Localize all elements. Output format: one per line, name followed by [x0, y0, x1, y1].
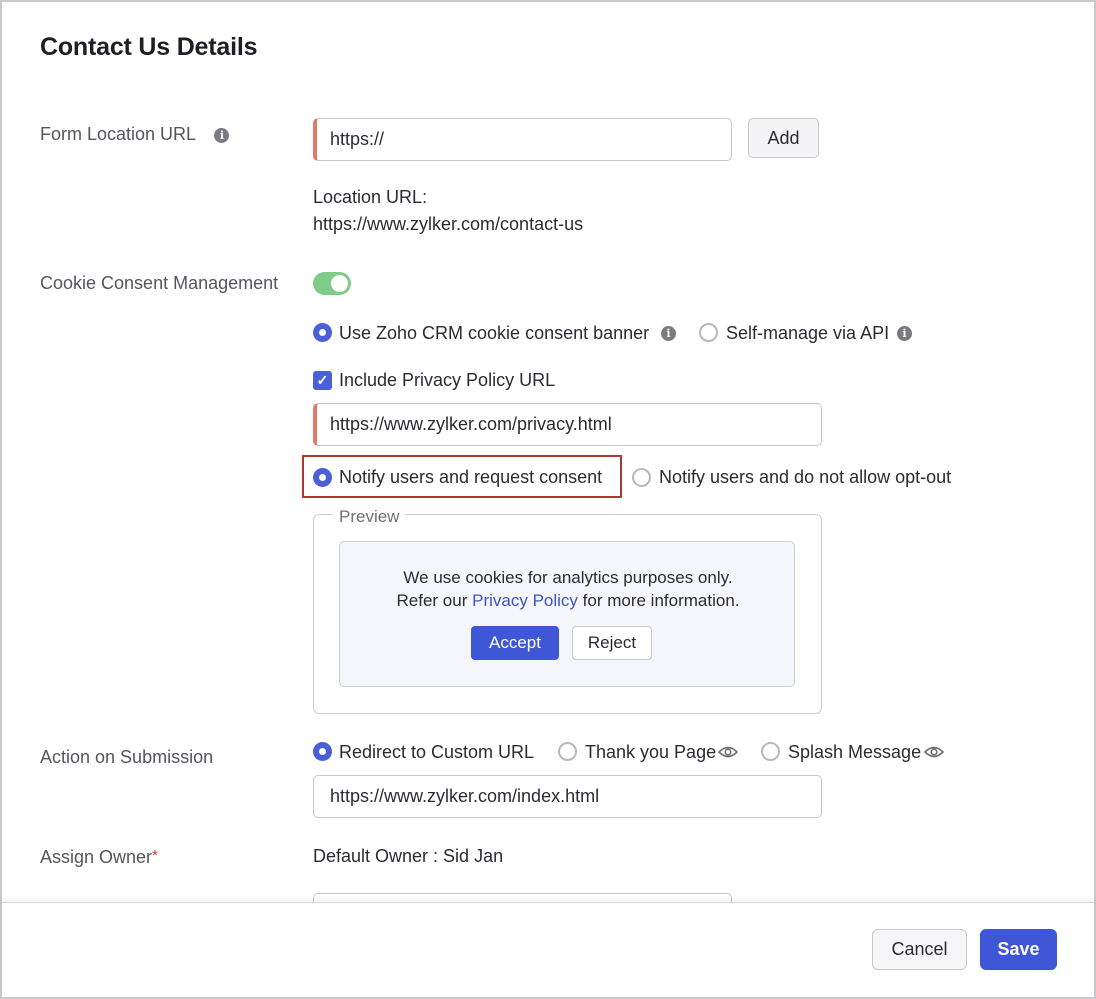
radio-self-manage-label: Self-manage via API: [726, 323, 890, 343]
save-button[interactable]: Save: [980, 929, 1057, 970]
info-icon[interactable]: i: [897, 326, 912, 341]
page-title: Contact Us Details: [40, 33, 258, 61]
preview-legend: Preview: [333, 507, 406, 527]
radio-self-manage[interactable]: [699, 323, 718, 342]
default-owner-text: Default Owner : Sid Jan: [313, 846, 504, 866]
radio-no-opt-out[interactable]: [632, 468, 651, 487]
banner-line-1: We use cookies for analytics purposes on…: [403, 568, 733, 587]
privacy-url-input[interactable]: https://www.zylker.com/privacy.html: [313, 403, 822, 446]
form-location-label-text: Form Location URL: [40, 124, 196, 144]
radio-redirect-url-label: Redirect to Custom URL: [339, 742, 535, 762]
preview-reject-button[interactable]: Reject: [572, 626, 652, 660]
assign-owner-label-text: Assign Owner: [40, 847, 153, 867]
privacy-url-value: https://www.zylker.com/privacy.html: [330, 414, 612, 434]
radio-thank-you-page-label: Thank you Page: [585, 742, 717, 762]
eye-icon[interactable]: [924, 745, 944, 759]
redirect-url-value: https://www.zylker.com/index.html: [330, 786, 600, 806]
privacy-policy-link[interactable]: Privacy Policy: [472, 591, 578, 610]
radio-zoho-banner-label: Use Zoho CRM cookie consent banner: [339, 323, 650, 343]
info-icon[interactable]: i: [661, 326, 676, 341]
banner-line-2-suffix: for more information.: [582, 591, 740, 610]
redirect-url-input[interactable]: https://www.zylker.com/index.html: [313, 775, 822, 818]
banner-line-2-prefix: Refer our: [396, 591, 468, 610]
action-on-submission-label: Action on Submission: [40, 747, 214, 767]
eye-icon[interactable]: [718, 745, 738, 759]
radio-splash-message-label: Splash Message: [788, 742, 922, 762]
privacy-policy-checkbox-label: Include Privacy Policy URL: [339, 370, 556, 390]
cookie-banner-preview: We use cookies for analytics purposes on…: [339, 541, 795, 687]
location-url-caption: Location URL:: [313, 187, 428, 207]
info-icon[interactable]: i: [214, 127, 230, 143]
form-location-label: Form Location URL i: [40, 124, 230, 145]
radio-request-consent[interactable]: [313, 468, 332, 487]
cancel-button[interactable]: Cancel: [872, 929, 967, 970]
required-star: *: [152, 847, 158, 864]
privacy-policy-checkbox[interactable]: ✓: [313, 371, 332, 390]
banner-line-2: Refer our Privacy Policy for more inform…: [340, 591, 796, 611]
assign-owner-label: Assign Owner*: [40, 847, 158, 868]
cookie-consent-toggle[interactable]: [313, 272, 351, 295]
add-button[interactable]: Add: [748, 118, 819, 158]
radio-zoho-banner[interactable]: [313, 323, 332, 342]
radio-splash-message[interactable]: [761, 742, 780, 761]
form-location-url-value: https://: [330, 129, 385, 149]
toggle-knob: [331, 275, 348, 292]
radio-request-consent-label: Notify users and request consent: [339, 467, 603, 487]
radio-redirect-url[interactable]: [313, 742, 332, 761]
radio-thank-you-page[interactable]: [558, 742, 577, 761]
radio-no-opt-out-label: Notify users and do not allow opt-out: [659, 467, 952, 487]
preview-accept-button[interactable]: Accept: [471, 626, 559, 660]
location-url-value: https://www.zylker.com/contact-us: [313, 214, 584, 234]
cookie-consent-label: Cookie Consent Management: [40, 273, 279, 293]
form-location-url-input[interactable]: https://: [313, 118, 732, 161]
